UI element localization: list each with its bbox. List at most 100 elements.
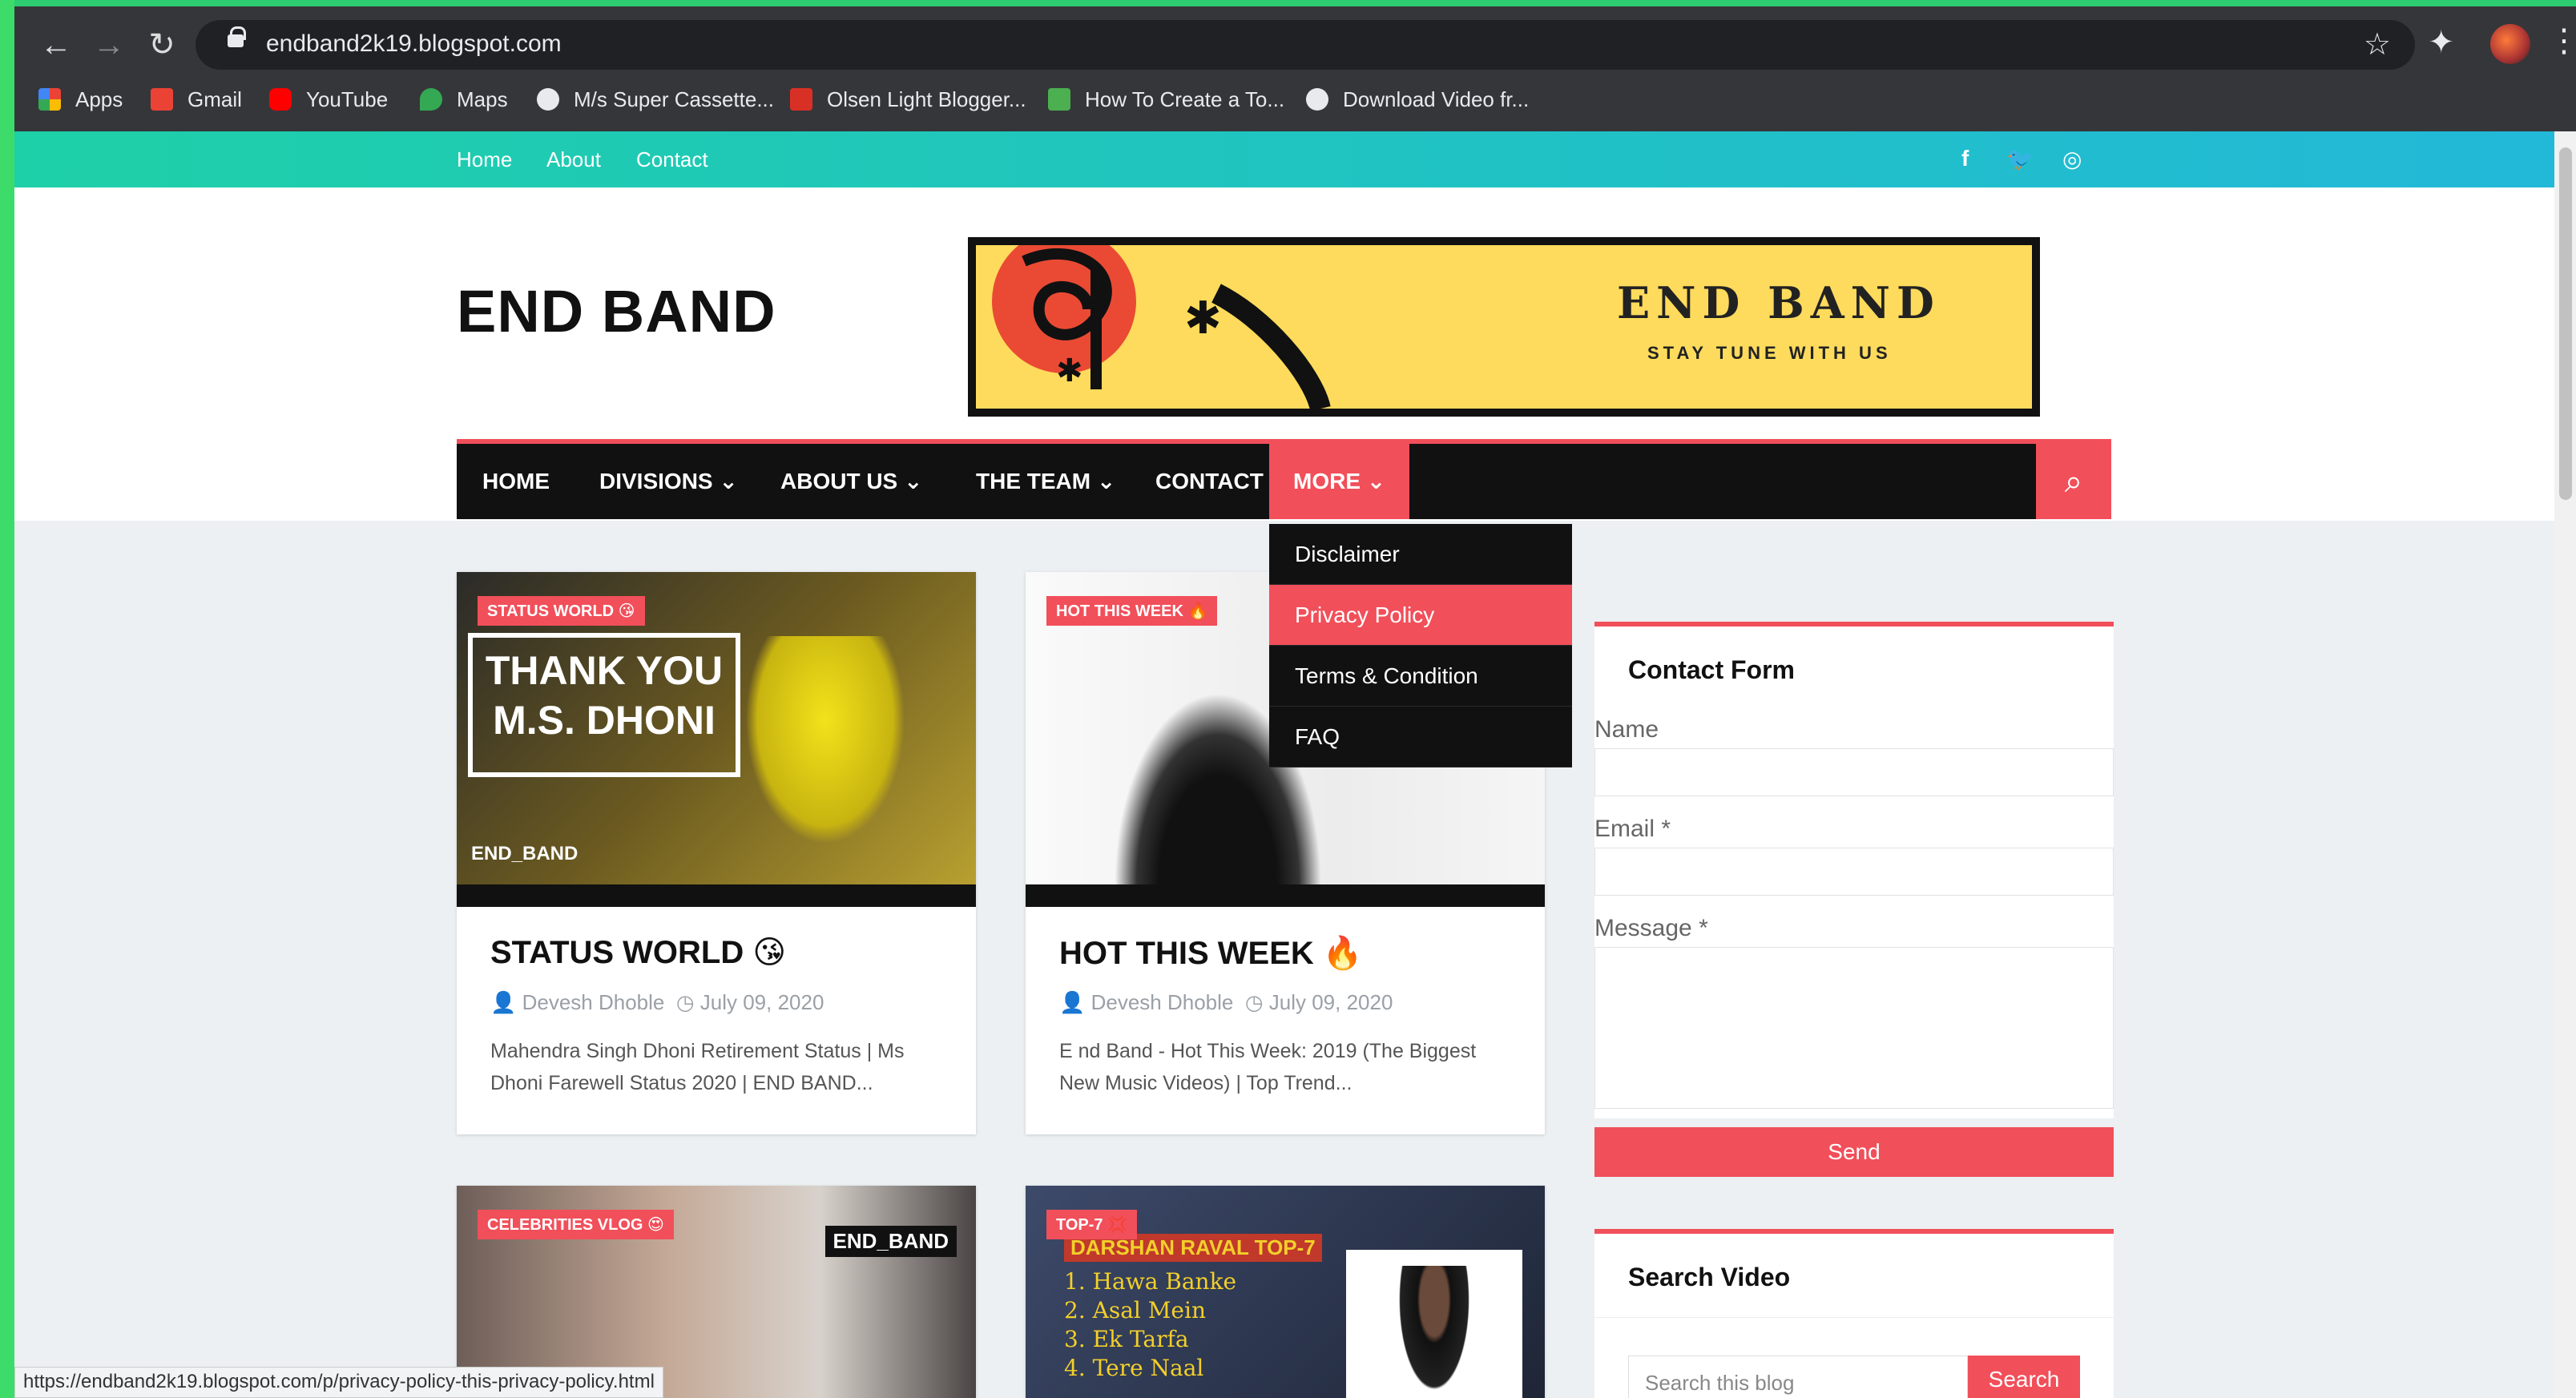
- message-textarea[interactable]: [1594, 947, 2114, 1109]
- clock-icon: ◷: [675, 990, 695, 1014]
- youtube-icon: [269, 88, 292, 111]
- dropdown-item-disclaimer[interactable]: Disclaimer: [1269, 524, 1572, 585]
- top-link-about[interactable]: About: [546, 147, 601, 172]
- bookmark-star-icon[interactable]: ☆: [2364, 26, 2391, 62]
- dropdown-item-faq[interactable]: FAQ: [1269, 707, 1572, 767]
- top-link-home[interactable]: Home: [457, 147, 512, 172]
- post-excerpt: Mahendra Singh Dhoni Retirement Status |…: [490, 1040, 905, 1094]
- post-date: July 09, 2020: [1268, 990, 1393, 1014]
- top-link-contact[interactable]: Contact: [636, 147, 708, 172]
- gmail-icon: [151, 88, 173, 111]
- blogger-icon: [790, 88, 812, 111]
- message-label: Message *: [1594, 915, 1708, 941]
- nav-divisions[interactable]: DIVISIONS ⌄: [599, 444, 738, 519]
- address-url[interactable]: endband2k19.blogspot.com: [266, 30, 562, 58]
- thumb-corner-text: END_BAND: [471, 843, 578, 864]
- bookmark-super-cassette[interactable]: M/s Super Cassette...: [537, 83, 774, 115]
- bookmark-label: Apps: [75, 87, 123, 111]
- svg-text:✱: ✱: [1184, 292, 1222, 343]
- cricketer-figure: [745, 636, 905, 844]
- nav-the-team[interactable]: THE TEAM ⌄: [976, 444, 1115, 519]
- post-excerpt: E nd Band - Hot This Week: 2019 (The Big…: [1059, 1040, 1477, 1094]
- nav-contact[interactable]: CONTACT: [1155, 444, 1264, 519]
- post-meta: 👤 Devesh Dhoble ◷ July 09, 2020: [1059, 990, 1393, 1015]
- bookmark-label: Olsen Light Blogger...: [827, 87, 1026, 111]
- bookmark-gmail[interactable]: Gmail: [151, 83, 242, 115]
- email-input[interactable]: [1594, 848, 2114, 896]
- page-scrollbar[interactable]: [2554, 131, 2576, 1398]
- user-icon: 👤: [1059, 990, 1086, 1014]
- site-title[interactable]: END BAND: [457, 277, 776, 345]
- post-card[interactable]: THANK YOU M.S. DHONI END_BAND STATUS WOR…: [457, 572, 976, 1134]
- search-button[interactable]: Search: [1968, 1356, 2080, 1398]
- category-label[interactable]: STATUS WORLD 😘: [478, 596, 645, 626]
- post-title[interactable]: HOT THIS WEEK 🔥: [1059, 934, 1363, 972]
- post-author[interactable]: Devesh Dhoble: [522, 990, 665, 1014]
- category-label[interactable]: CELEBRITIES VLOG 😍: [478, 1210, 674, 1239]
- back-arrow-icon[interactable]: ←: [35, 24, 77, 66]
- address-bar[interactable]: endband2k19.blogspot.com ☆: [196, 20, 2415, 70]
- bookmark-download-video[interactable]: Download Video fr...: [1306, 83, 1529, 115]
- browser-chrome: ← → ↻ endband2k19.blogspot.com ☆ ✦ ⋮ App…: [14, 0, 2576, 131]
- w3-icon: [1048, 88, 1070, 111]
- email-label: Email *: [1594, 816, 1671, 842]
- post-card[interactable]: DARSHAN RAVAL TOP-7 1. Hawa Banke 2. Asa…: [1026, 1186, 1545, 1398]
- status-bar-url: https://endband2k19.blogspot.com/p/priva…: [14, 1367, 663, 1398]
- instagram-icon[interactable]: ◎: [2062, 146, 2082, 172]
- bookmark-how-to-create[interactable]: How To Create a To...: [1048, 83, 1284, 115]
- bookmark-label: How To Create a To...: [1085, 87, 1285, 111]
- chevron-down-icon: ⌄: [904, 469, 923, 494]
- post-meta: 👤 Devesh Dhoble ◷ July 09, 2020: [490, 990, 824, 1015]
- nav-more[interactable]: MORE ⌄: [1269, 444, 1410, 519]
- nav-divisions-label: DIVISIONS: [599, 469, 713, 494]
- widget-title: Contact Form: [1628, 655, 1795, 684]
- thumb-text-line2: M.S. DHONI: [493, 698, 716, 743]
- nav-about-us[interactable]: ABOUT US ⌄: [780, 444, 922, 519]
- post-title[interactable]: STATUS WORLD 😘: [490, 934, 786, 971]
- bookmark-label: Maps: [457, 87, 508, 111]
- reload-icon[interactable]: ↻: [141, 24, 183, 66]
- bookmark-label: YouTube: [306, 87, 389, 111]
- scrollbar-thumb[interactable]: [2559, 147, 2572, 500]
- thumb-song: 1. Hawa Banke: [1064, 1268, 1237, 1295]
- thumb-song: 2. Asal Mein: [1064, 1297, 1206, 1323]
- name-input[interactable]: [1594, 748, 2114, 796]
- category-label[interactable]: HOT THIS WEEK 🔥: [1046, 596, 1218, 626]
- dropdown-item-privacy-policy[interactable]: Privacy Policy: [1269, 585, 1572, 646]
- lock-icon: [228, 26, 246, 47]
- bookmark-label: Download Video fr...: [1343, 87, 1530, 111]
- nav-search-icon[interactable]: ⌕: [2036, 444, 2111, 519]
- nav-home[interactable]: HOME: [482, 444, 550, 519]
- header-banner[interactable]: ✱ ✱ END BAND STAY TUNE WITH US: [968, 237, 2040, 417]
- bookmark-olsen-light[interactable]: Olsen Light Blogger...: [790, 83, 1026, 115]
- bookmark-label: M/s Super Cassette...: [574, 87, 774, 111]
- banner-subtitle: STAY TUNE WITH US: [1647, 343, 1892, 363]
- forward-arrow-icon[interactable]: →: [88, 24, 130, 66]
- dropdown-item-terms[interactable]: Terms & Condition: [1269, 646, 1572, 707]
- send-button[interactable]: Send: [1594, 1127, 2114, 1177]
- bookmark-maps[interactable]: Maps: [420, 83, 508, 115]
- bookmark-apps[interactable]: Apps: [38, 83, 123, 115]
- twitter-icon[interactable]: 🐦: [2006, 146, 2034, 172]
- svg-text:✱: ✱: [1056, 353, 1083, 389]
- profile-avatar[interactable]: [2490, 24, 2530, 64]
- web-page: Home About Contact f 🐦 ◎ END BAND ✱ ✱ EN…: [14, 131, 2554, 1398]
- post-thumbnail[interactable]: DARSHAN RAVAL TOP-7 1. Hawa Banke 2. Asa…: [1026, 1186, 1545, 1398]
- more-dropdown-menu: Disclaimer Privacy Policy Terms & Condit…: [1269, 524, 1572, 767]
- extensions-puzzle-icon[interactable]: ✦: [2428, 24, 2455, 61]
- user-icon: 👤: [490, 990, 517, 1014]
- post-thumbnail[interactable]: THANK YOU M.S. DHONI END_BAND STATUS WOR…: [457, 572, 976, 907]
- facebook-icon[interactable]: f: [1961, 146, 1969, 171]
- banner-title: END BAND: [1617, 277, 1941, 328]
- tab-strip: [14, 0, 2576, 6]
- thumb-text-line1: THANK YOU: [485, 648, 724, 693]
- post-author[interactable]: Devesh Dhoble: [1091, 990, 1234, 1014]
- menu-kebab-icon[interactable]: ⋮: [2548, 22, 2576, 59]
- top-bar: Home About Contact f 🐦 ◎: [14, 131, 2554, 187]
- search-input[interactable]: Search this blog: [1628, 1356, 1968, 1398]
- globe-icon: [537, 88, 559, 111]
- thumb-song: 3. Ek Tarfa: [1064, 1326, 1189, 1352]
- chevron-down-icon: ⌄: [1096, 469, 1116, 494]
- category-label[interactable]: TOP-7 💢: [1046, 1210, 1137, 1239]
- bookmark-youtube[interactable]: YouTube: [269, 83, 388, 115]
